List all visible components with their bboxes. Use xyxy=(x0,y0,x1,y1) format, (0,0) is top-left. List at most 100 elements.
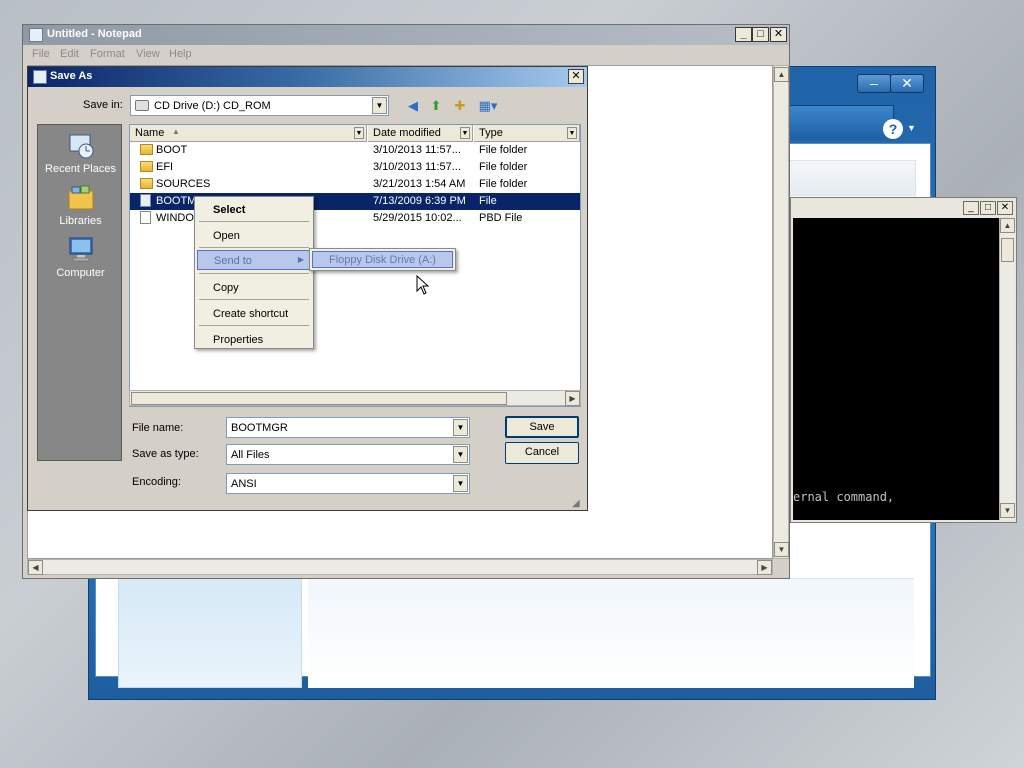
cancel-button[interactable]: Cancel xyxy=(505,442,579,464)
scroll-up-icon[interactable]: ▲ xyxy=(774,67,789,82)
chevron-down-icon[interactable]: ▼ xyxy=(453,475,468,492)
encoding-value: ANSI xyxy=(231,478,257,490)
context-menu-create-shortcut[interactable]: Create shortcut xyxy=(197,304,311,324)
cd-drive-icon xyxy=(135,100,149,111)
folder-icon xyxy=(140,144,153,155)
place-label: Libraries xyxy=(59,215,102,227)
menu-bar: File Edit Format View Help xyxy=(23,45,789,64)
up-folder-icon[interactable]: ⬆ xyxy=(427,97,445,115)
column-header-date[interactable]: Date modified ▼ xyxy=(368,125,473,142)
menu-divider xyxy=(199,325,309,326)
file-date: 3/10/2013 11:57... xyxy=(373,144,461,156)
scroll-down-icon[interactable]: ▼ xyxy=(774,542,789,557)
chevron-down-icon[interactable]: ▼ xyxy=(372,97,387,114)
scroll-down-icon[interactable]: ▼ xyxy=(1000,503,1015,518)
send-to-label: Send to xyxy=(214,255,252,267)
file-type: File xyxy=(479,195,497,207)
chevron-down-icon[interactable]: ▼ xyxy=(453,446,468,463)
help-dropdown-icon[interactable]: ▼ xyxy=(907,123,916,133)
setup-left-panel xyxy=(118,578,302,688)
console-close-button[interactable]: ✕ xyxy=(997,201,1013,215)
chevron-right-icon: ▶ xyxy=(297,255,304,264)
chevron-down-icon[interactable]: ▼ xyxy=(460,127,470,139)
console-minimize-button[interactable]: _ xyxy=(963,201,979,215)
menu-divider xyxy=(199,247,309,248)
menu-edit[interactable]: Edit xyxy=(60,48,79,60)
file-name: SOURCES xyxy=(156,178,211,190)
context-menu-select[interactable]: Select xyxy=(197,200,311,220)
file-name-input[interactable]: BOOTMGR ▼ xyxy=(226,417,470,438)
table-row[interactable]: EFI 3/10/2013 11:57... File folder xyxy=(130,159,580,176)
column-header-name[interactable]: Name ▲ ▼ xyxy=(130,125,367,142)
place-computer[interactable]: Computer xyxy=(38,235,123,279)
menu-divider xyxy=(199,221,309,222)
chevron-down-icon[interactable]: ▼ xyxy=(453,419,468,436)
new-folder-icon[interactable]: ✚ xyxy=(451,97,469,115)
scroll-right-icon[interactable]: ▶ xyxy=(757,560,772,575)
console-maximize-button[interactable]: □ xyxy=(980,201,996,215)
resize-grip-icon[interactable]: ◢ xyxy=(572,497,585,510)
context-menu-copy[interactable]: Copy xyxy=(197,278,311,298)
menu-view[interactable]: View xyxy=(136,48,160,60)
close-button[interactable]: ✕ xyxy=(770,27,787,42)
place-label: Recent Places xyxy=(45,163,116,175)
submenu-floppy-disk-drive[interactable]: Floppy Disk Drive (A:) xyxy=(312,251,453,268)
scroll-right-icon[interactable]: ▶ xyxy=(565,391,580,406)
file-type: File folder xyxy=(479,144,528,156)
folder-icon xyxy=(140,161,153,172)
file-date: 3/10/2013 11:57... xyxy=(373,161,461,173)
chevron-down-icon[interactable]: ▼ xyxy=(354,127,364,139)
file-icon xyxy=(140,194,151,207)
file-list-horizontal-scrollbar[interactable]: ▶ xyxy=(129,390,581,406)
encoding-select[interactable]: ANSI ▼ xyxy=(226,473,470,494)
place-libraries[interactable]: Libraries xyxy=(38,183,123,227)
file-type: PBD File xyxy=(479,212,523,224)
scroll-up-icon[interactable]: ▲ xyxy=(1000,218,1015,233)
view-menu-icon[interactable]: ▦▾ xyxy=(475,97,501,115)
save-as-icon xyxy=(33,70,47,84)
notepad-horizontal-scrollbar[interactable]: ◀ ▶ xyxy=(27,559,773,575)
maximize-button[interactable]: □ xyxy=(752,27,769,42)
menu-file[interactable]: File xyxy=(32,48,50,60)
file-type: File folder xyxy=(479,161,528,173)
document-icon xyxy=(140,211,151,224)
context-menu-open[interactable]: Open xyxy=(197,226,311,246)
console-output[interactable]: ernal command, xyxy=(793,218,999,520)
scroll-left-icon[interactable]: ◀ xyxy=(28,560,43,575)
notepad-title: Untitled - Notepad xyxy=(47,28,142,40)
setup-minimize-button[interactable]: – xyxy=(857,74,891,93)
notepad-vertical-scrollbar[interactable]: ▲ ▼ xyxy=(773,65,789,559)
back-icon[interactable]: ◀ xyxy=(404,97,422,115)
context-menu-send-to[interactable]: Send to ▶ xyxy=(197,250,311,270)
context-menu-properties[interactable]: Properties xyxy=(197,330,311,350)
setup-right-panel xyxy=(308,578,914,688)
column-header-type[interactable]: Type ▼ xyxy=(474,125,580,142)
console-scroll-thumb[interactable] xyxy=(1001,238,1014,262)
save-button[interactable]: Save xyxy=(505,416,579,438)
place-label: Computer xyxy=(56,267,105,279)
menu-format[interactable]: Format xyxy=(90,48,125,60)
menu-help[interactable]: Help xyxy=(169,48,192,60)
minimize-button[interactable]: _ xyxy=(735,27,752,42)
file-type: File folder xyxy=(479,178,528,190)
help-icon[interactable]: ? xyxy=(883,119,903,139)
console-scrollbar[interactable]: ▲ ▼ xyxy=(999,218,1015,520)
save-as-close-button[interactable]: ✕ xyxy=(568,69,584,84)
save-as-type-label: Save as type: xyxy=(132,448,199,460)
place-recent-places[interactable]: Recent Places xyxy=(38,131,123,175)
folder-icon xyxy=(140,178,153,189)
save-as-titlebar[interactable]: Save As ✕ xyxy=(28,67,587,87)
notepad-titlebar[interactable]: Untitled - Notepad _ □ ✕ xyxy=(23,25,789,45)
file-list-scroll-thumb[interactable] xyxy=(131,392,507,405)
sort-up-icon: ▲ xyxy=(172,127,180,136)
table-row[interactable]: BOOT 3/10/2013 11:57... File folder xyxy=(130,142,580,159)
column-name-label: Name xyxy=(135,127,165,139)
save-in-combo[interactable]: CD Drive (D:) CD_ROM ▼ xyxy=(130,95,389,116)
save-as-type-select[interactable]: All Files ▼ xyxy=(226,444,470,465)
chevron-down-icon[interactable]: ▼ xyxy=(567,127,577,139)
save-as-title: Save As xyxy=(50,70,93,82)
setup-close-button[interactable]: ✕ xyxy=(890,74,924,93)
encoding-label: Encoding: xyxy=(132,476,181,488)
table-row[interactable]: SOURCES 3/21/2013 1:54 AM File folder xyxy=(130,176,580,193)
file-name-value: BOOTMGR xyxy=(231,422,288,434)
